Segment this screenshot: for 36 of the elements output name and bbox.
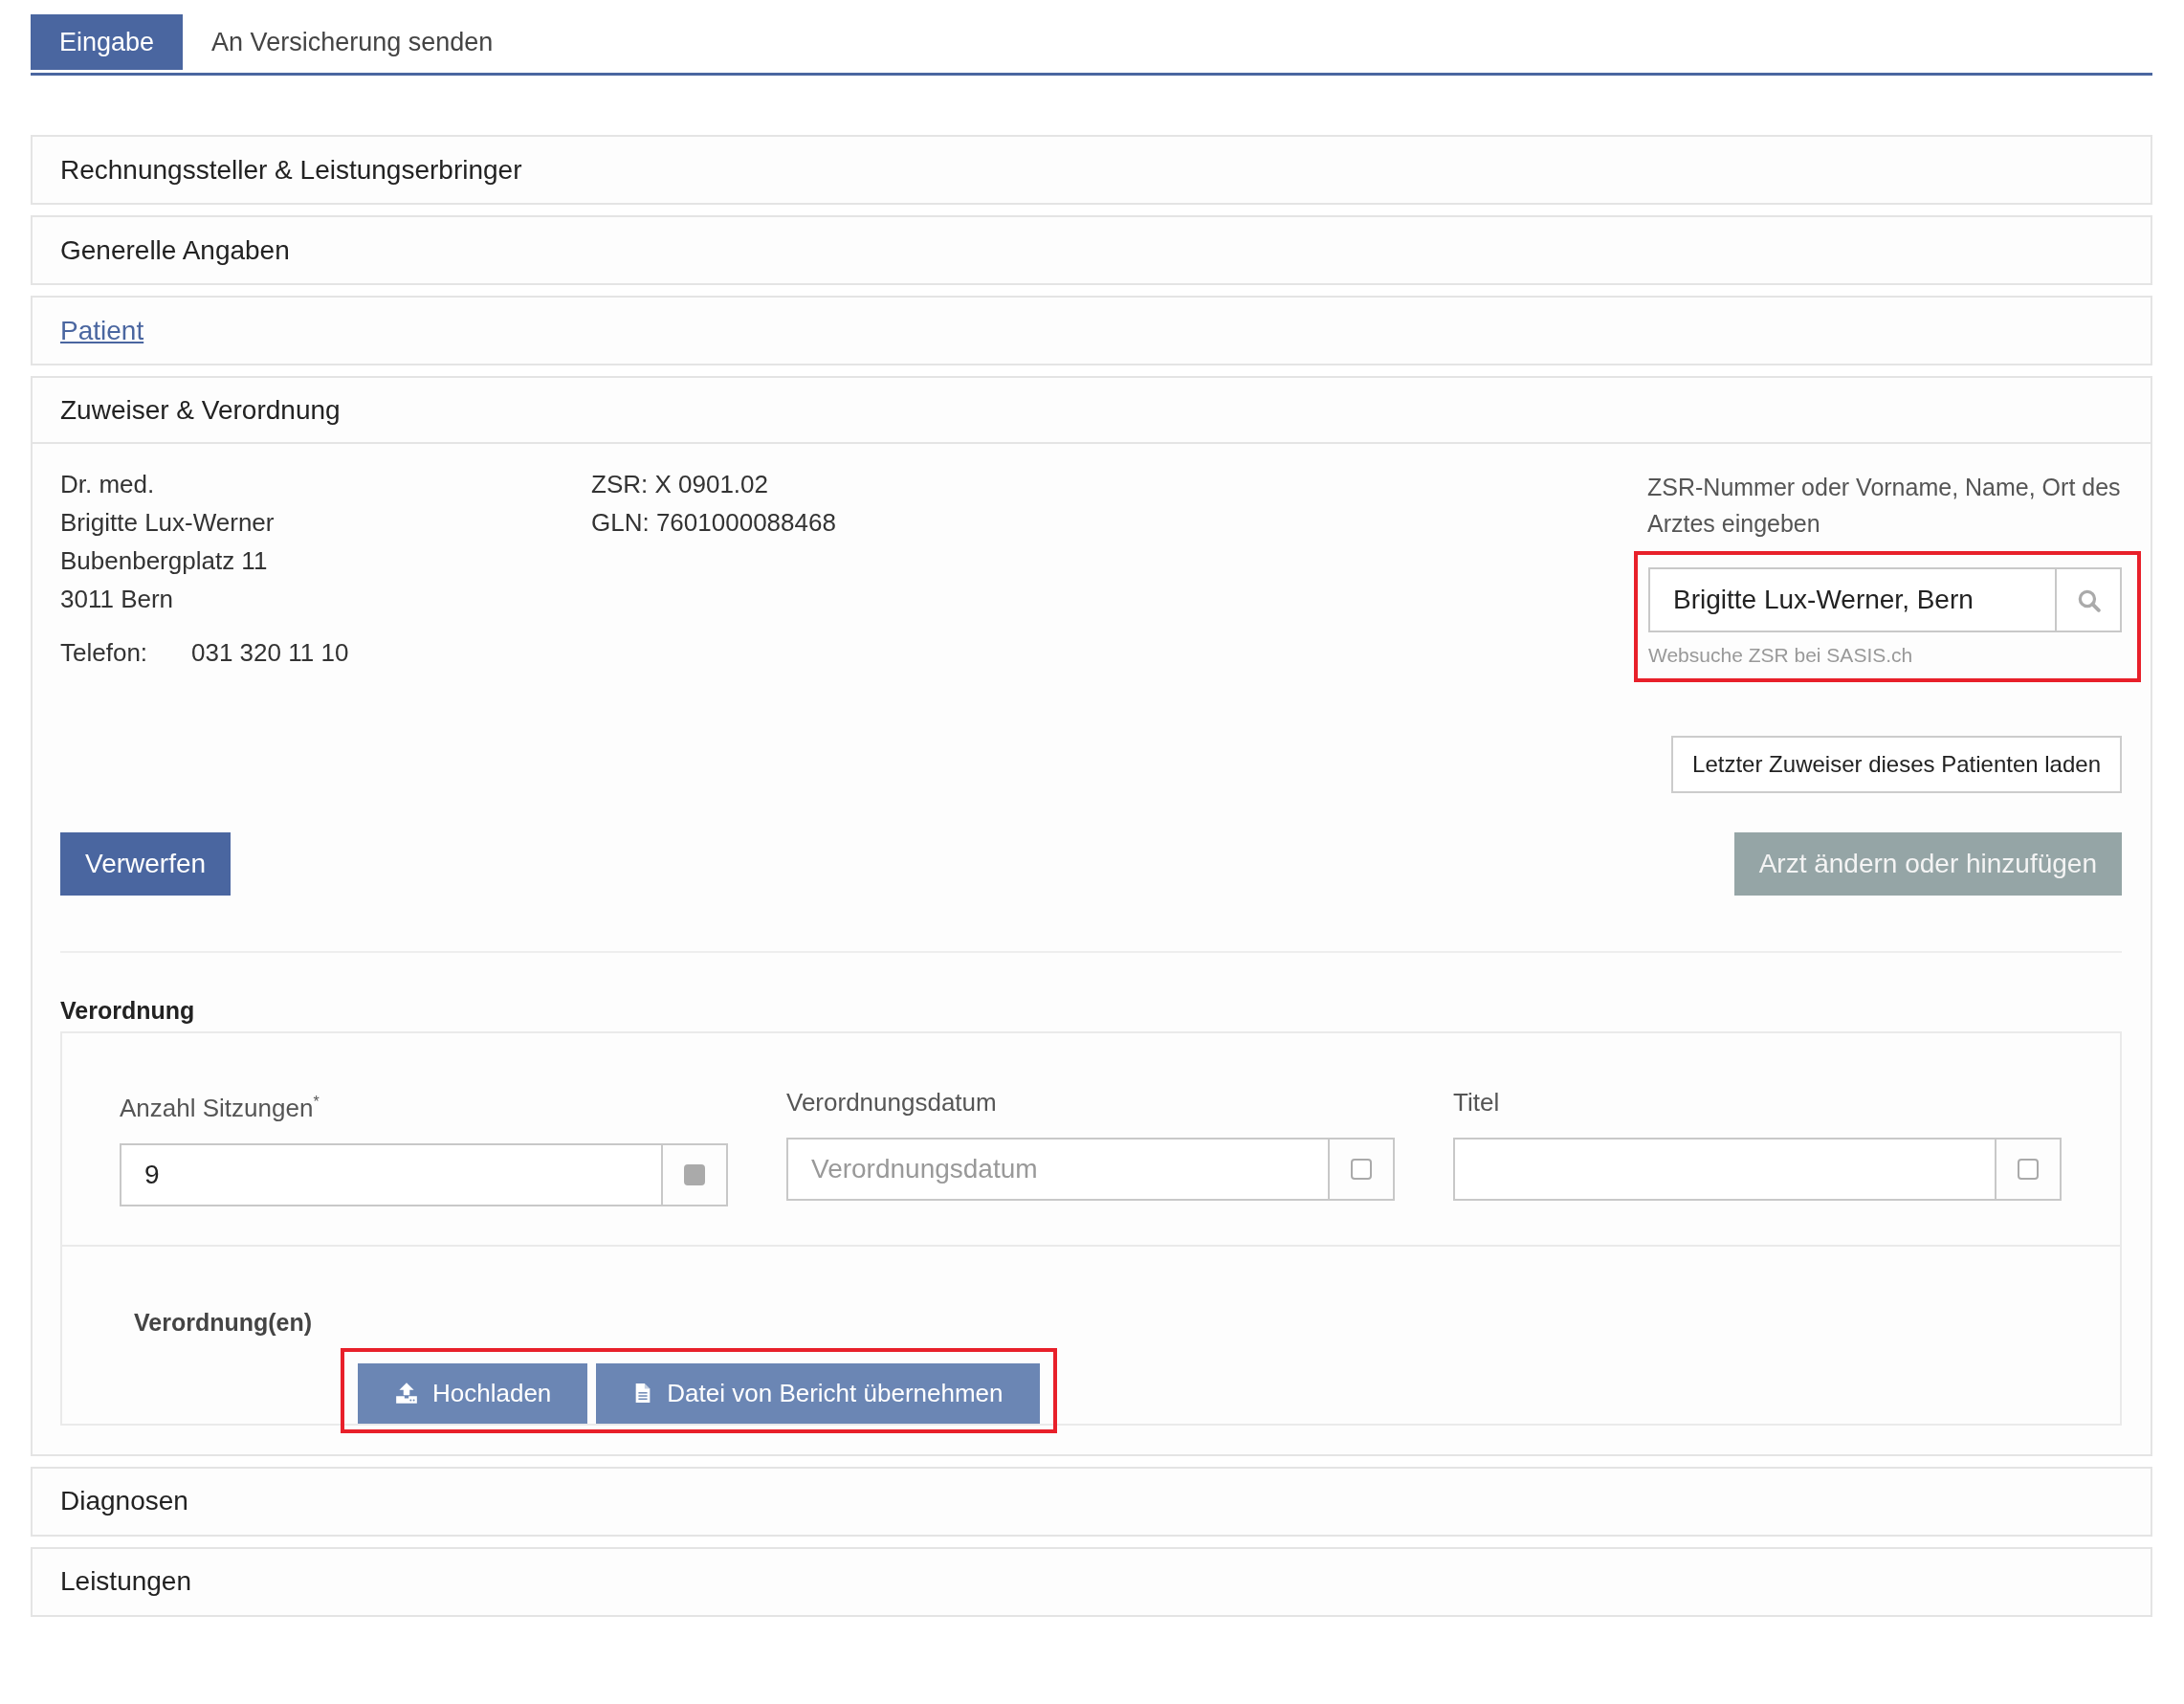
checkbox[interactable]	[684, 1163, 705, 1185]
file-button[interactable]: Datei von Bericht übernehmen	[596, 1362, 1040, 1424]
field-label: Verordnungsdatum	[786, 1087, 998, 1118]
section-header[interactable]: Leistungen	[33, 1548, 2151, 1615]
tab[interactable]: An Versicherung senden	[183, 14, 522, 70]
doctor-id: ZSR: X 0901.02	[591, 469, 769, 500]
checkbox[interactable]	[1351, 1159, 1372, 1180]
search-label: ZSR-Nummer oder Vorname, Name, Ort des Arztes eingeben	[1647, 473, 2122, 539]
section-link[interactable]: Patient	[60, 315, 144, 346]
tab[interactable]: Eingabe	[31, 14, 184, 70]
text-field[interactable]	[1453, 1138, 1996, 1201]
text-field[interactable]: Verordnungsdatum	[786, 1138, 1330, 1201]
search-icon	[2076, 587, 2101, 612]
search-field[interactable]: Brigitte Lux-Werner, Bern	[1648, 567, 2057, 632]
field-label: Anzahl Sitzungen$^{*}$	[120, 1092, 320, 1124]
section-header[interactable]: Generelle Angaben	[33, 217, 2151, 283]
phone-number: 031 320 11 10	[191, 637, 349, 669]
section-header[interactable]: Rechnungssteller & Leistungserbringer	[33, 137, 2151, 203]
section-subtitle: Verordnung	[60, 996, 196, 1026]
field-label: Titel	[1453, 1087, 1501, 1118]
doctor-id: GLN: 7601000088468	[591, 507, 837, 539]
upload-icon	[394, 1381, 419, 1406]
address-line: 3011 Bern	[60, 584, 175, 615]
address-line: Dr. med.	[60, 469, 156, 500]
section-header[interactable]: Diagnosen	[33, 1468, 2151, 1535]
file-button[interactable]: Hochladen	[358, 1362, 588, 1424]
files-label: Verordnung(en)	[133, 1307, 314, 1338]
address-line: Brigitte Lux-Werner	[60, 507, 276, 539]
load-last-referrer-button[interactable]: Letzter Zuweiser dieses Patienten laden	[1671, 736, 2122, 793]
address-line: Bubenbergplatz 11	[60, 545, 269, 577]
text-field[interactable]: 9	[120, 1142, 663, 1206]
phone-label: Telefon:	[60, 637, 149, 669]
search-button[interactable]	[2057, 567, 2122, 632]
checkbox[interactable]	[2018, 1159, 2039, 1180]
section-header[interactable]: Zuweiser & Verordnung	[33, 378, 2151, 444]
discard-button[interactable]: Verwerfen	[60, 832, 232, 896]
